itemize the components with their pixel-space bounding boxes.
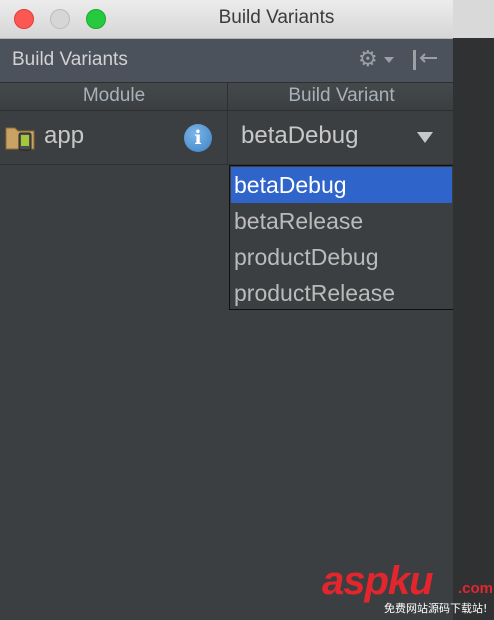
dropdown-arrow-icon[interactable] [417, 132, 433, 143]
build-variants-window: Build Variants Build Variants ⚙ Module B… [0, 0, 453, 620]
watermark-logo: aspku .com 免费网站源码下载站! [322, 559, 494, 618]
watermark-brand: aspku [322, 559, 434, 603]
window-title: Build Variants [218, 7, 335, 28]
column-header-build-variant[interactable]: Build Variant [230, 85, 453, 107]
window-title-bar[interactable]: Build Variants [0, 0, 453, 39]
build-variant-dropdown-list: betaDebug betaRelease productDebug produ… [229, 165, 453, 310]
chevron-down-icon[interactable] [384, 57, 394, 63]
tool-window-header: Build Variants ⚙ [0, 39, 453, 83]
table-row[interactable]: app [0, 111, 453, 165]
watermark-tagline: 免费网站源码下载站! [384, 602, 488, 615]
background-strip [453, 0, 494, 620]
tool-window-title: Build Variants [12, 49, 128, 70]
android-module-folder-icon [5, 127, 35, 151]
close-window-button[interactable] [14, 9, 34, 29]
dropdown-option-product-debug[interactable]: productDebug [231, 239, 452, 275]
minimize-window-button[interactable] [50, 9, 70, 29]
column-divider[interactable] [227, 83, 228, 110]
table-header: Module Build Variant [0, 83, 453, 111]
dropdown-option-beta-debug[interactable]: betaDebug [231, 167, 452, 203]
gear-icon[interactable]: ⚙ [358, 49, 378, 71]
module-name: app [44, 122, 85, 149]
column-divider [227, 111, 228, 164]
dropdown-option-product-release[interactable]: productRelease [231, 275, 452, 311]
dropdown-option-beta-release[interactable]: betaRelease [231, 203, 452, 239]
watermark-suffix: .com [458, 580, 494, 597]
hide-panel-icon[interactable] [410, 49, 440, 71]
info-icon[interactable]: i [184, 124, 212, 152]
column-header-module[interactable]: Module [0, 85, 228, 107]
background-strip-top [453, 0, 494, 38]
build-variant-select[interactable]: betaDebug [241, 122, 358, 150]
